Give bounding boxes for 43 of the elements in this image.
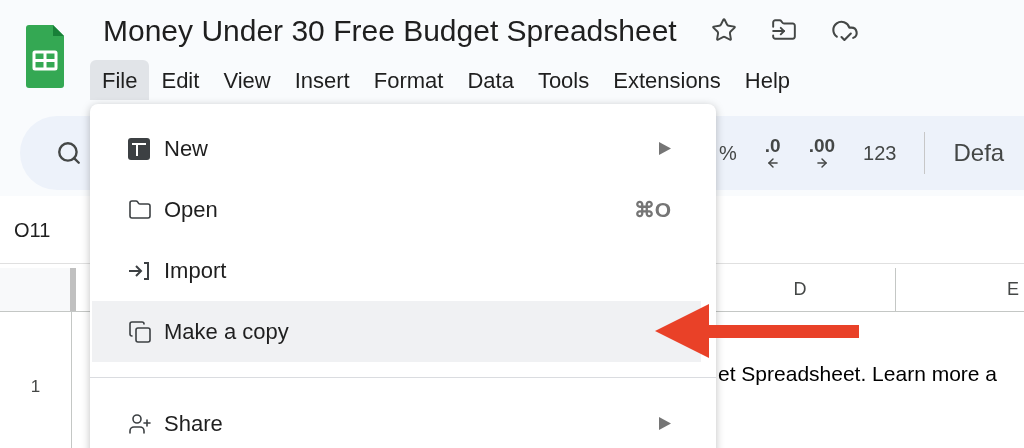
- move-folder-icon[interactable]: [770, 17, 797, 43]
- menu-option-label: New: [164, 135, 209, 163]
- name-box[interactable]: O11: [14, 214, 51, 245]
- folder-icon: [128, 197, 152, 222]
- cell-text: et Spreadsheet. Learn more a: [718, 362, 997, 385]
- menu-option-label: Import: [164, 257, 228, 285]
- menu-item[interactable]: Insert: [282, 60, 362, 100]
- menu-option[interactable]: Open ⌘O: [92, 179, 701, 240]
- star-icon[interactable]: [710, 17, 737, 43]
- decimal-button[interactable]: .0: [750, 136, 795, 170]
- document-title[interactable]: Money Under 30 Free Budget Spreadsheet: [103, 7, 677, 53]
- decimal-button[interactable]: .00: [794, 136, 850, 170]
- corner-cell[interactable]: [0, 268, 76, 311]
- menu-option[interactable]: Import: [92, 240, 701, 301]
- font-select[interactable]: Defa: [939, 135, 1005, 171]
- submenu-caret-icon: [659, 417, 671, 430]
- menu-item[interactable]: Extensions: [601, 60, 733, 100]
- new-sheet-icon: [128, 137, 150, 160]
- menu-item[interactable]: Data: [455, 60, 526, 100]
- menu-option-label: Open: [164, 196, 219, 224]
- menu-item[interactable]: File: [90, 60, 150, 100]
- format-button[interactable]: 123: [849, 138, 911, 168]
- menu-item[interactable]: Edit: [149, 60, 212, 100]
- menu-option[interactable]: New: [92, 118, 701, 179]
- menu-item[interactable]: Format: [361, 60, 456, 100]
- menu-item[interactable]: Tools: [525, 60, 602, 100]
- shortcut-text: ⌘O: [633, 196, 671, 223]
- menu-item[interactable]: View: [211, 60, 283, 100]
- row-header[interactable]: 1: [0, 312, 72, 448]
- arrow-icon: [814, 156, 829, 170]
- menu-option-label: Share: [164, 410, 224, 438]
- import-icon: [128, 260, 150, 281]
- search-icon[interactable]: [56, 140, 82, 166]
- copy-icon: [128, 319, 152, 344]
- column-header[interactable]: E: [896, 268, 1024, 311]
- sheets-logo-icon[interactable]: [26, 25, 64, 88]
- menu-option[interactable]: Share: [92, 393, 701, 448]
- menu-option-label: Make a copy: [164, 318, 290, 346]
- menu-item[interactable]: Help: [732, 60, 803, 100]
- add-person-icon: [128, 411, 152, 436]
- submenu-caret-icon: [659, 142, 671, 155]
- format-button[interactable]: %: [705, 138, 751, 168]
- menu-option[interactable]: Make a copy: [92, 301, 701, 362]
